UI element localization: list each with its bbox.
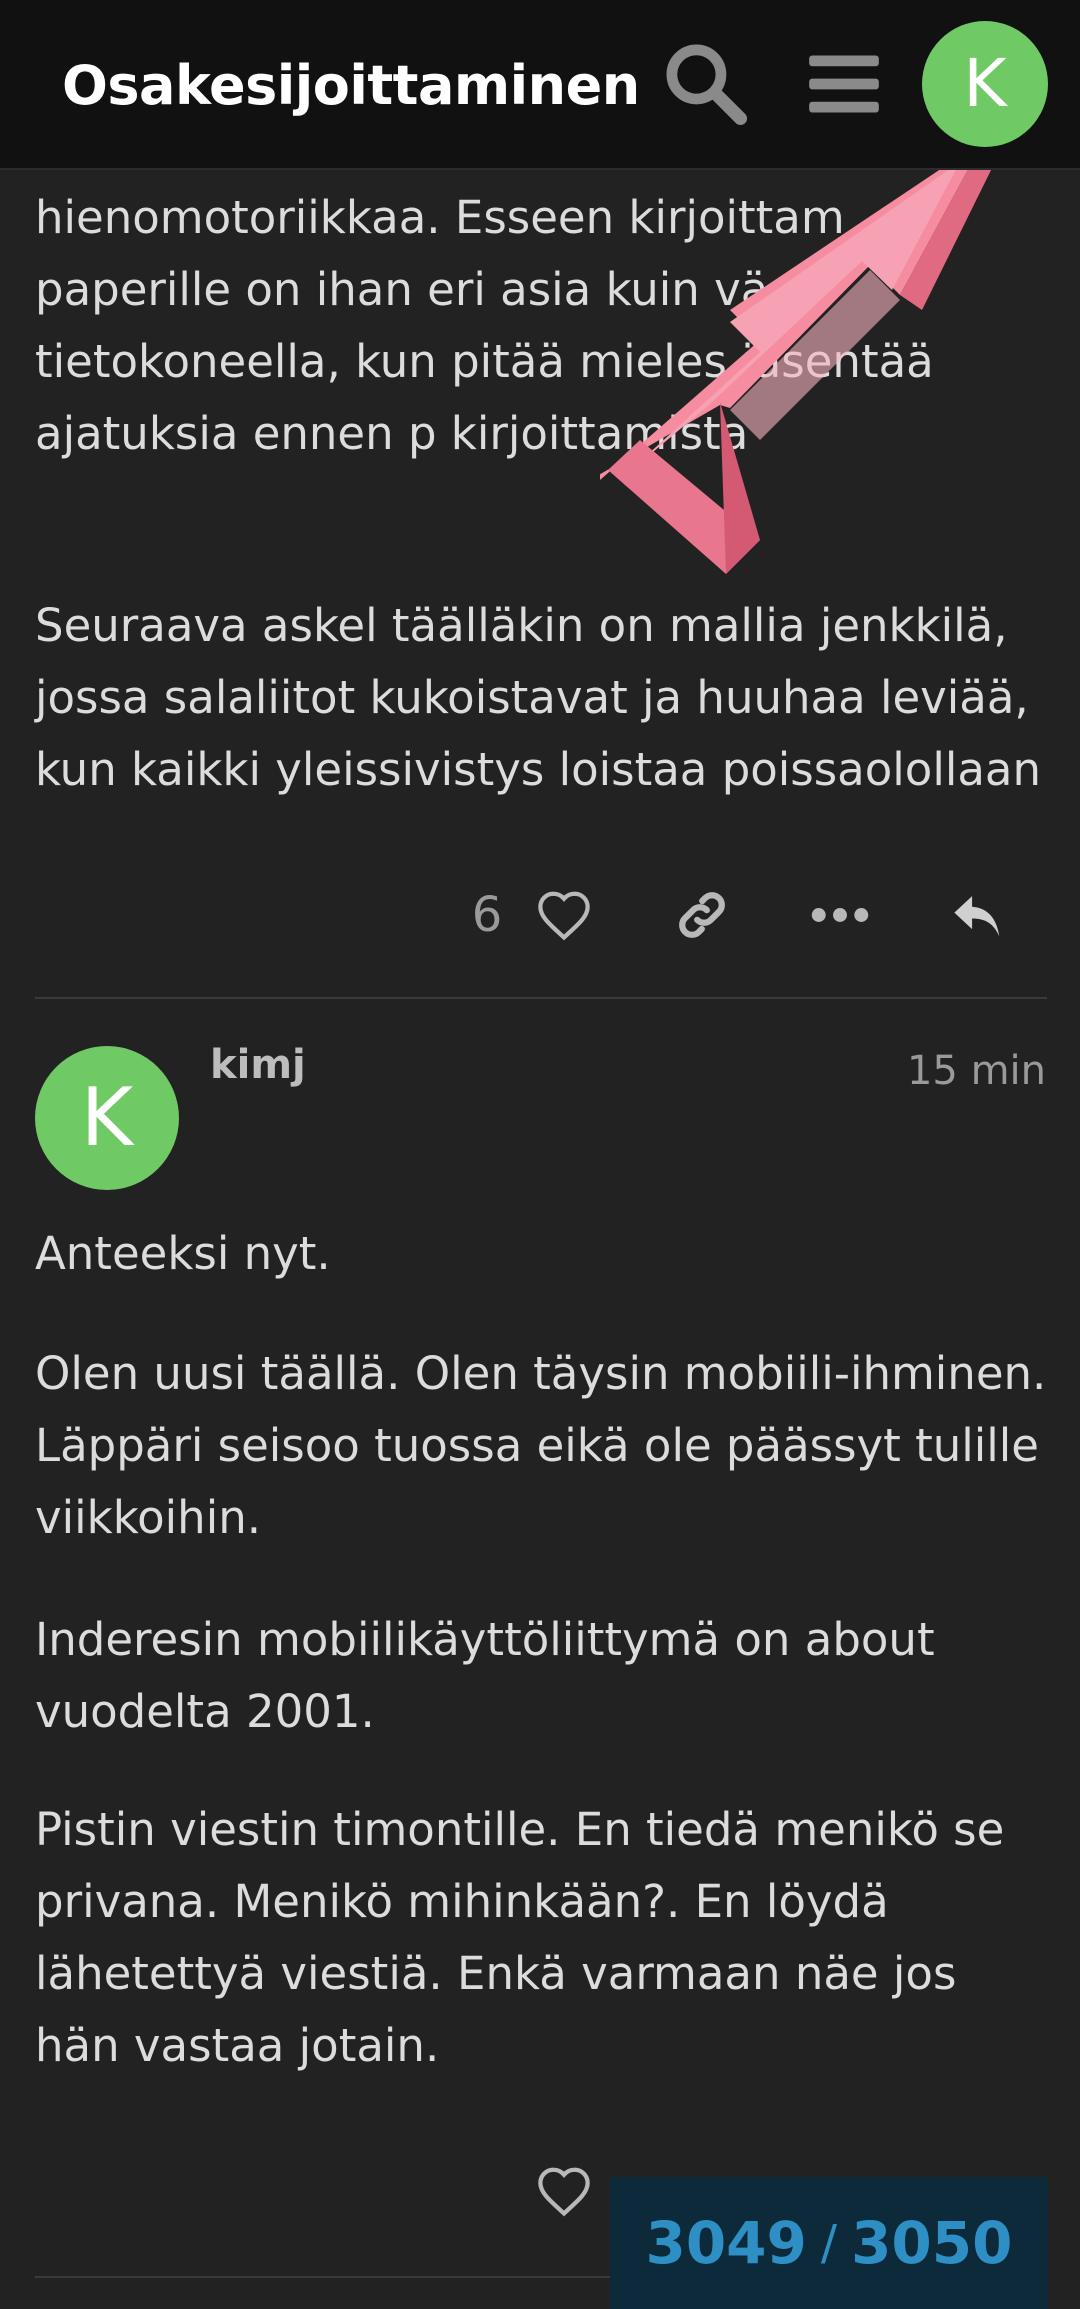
avatar-letter: K xyxy=(80,1071,134,1164)
post-paragraph: Seuraava askel täälläkin on mallia jenkk… xyxy=(35,599,1041,796)
topic-stream: hienomotoriikkaa. Esseen kirjoittam pape… xyxy=(0,0,1080,2309)
timeline-separator: / xyxy=(820,2215,838,2271)
heart-icon xyxy=(538,891,590,941)
avatar-letter: K xyxy=(963,45,1007,122)
site-title[interactable]: Osakesijoittaminen xyxy=(62,54,640,117)
search-icon xyxy=(666,44,748,126)
timeline-position[interactable]: 3049 / 3050 xyxy=(610,2177,1048,2309)
more-actions-button[interactable] xyxy=(798,870,882,960)
hamburger-menu-icon xyxy=(809,55,879,113)
post-author-avatar[interactable]: K xyxy=(35,1046,179,1190)
timeline-current: 3049 xyxy=(645,2209,807,2277)
reply-icon xyxy=(954,896,1000,937)
more-icon xyxy=(811,908,869,922)
post-username[interactable]: kimj xyxy=(210,1042,306,1088)
heart-icon xyxy=(538,2167,590,2217)
post-divider xyxy=(35,997,1047,999)
reply-button[interactable] xyxy=(936,870,1020,960)
link-icon xyxy=(679,892,725,938)
search-button[interactable] xyxy=(646,24,766,144)
post-paragraph: hienomotoriikkaa. Esseen kirjoittam pape… xyxy=(35,191,934,460)
post-paragraph: Pistin viestin timontille. En tiedä meni… xyxy=(35,1803,1005,2072)
post-paragraph: Olen uusi täällä. Olen täysin mobiili-ih… xyxy=(35,1347,1047,1544)
post-paragraph: Inderesin mobiilikäyttöliittymä on about… xyxy=(35,1613,935,1738)
like-button[interactable] xyxy=(522,870,606,960)
timeline-total: 3050 xyxy=(851,2209,1013,2277)
hamburger-menu-button[interactable] xyxy=(784,24,904,144)
like-count-label: 6 xyxy=(471,887,503,943)
share-link-button[interactable] xyxy=(660,870,744,960)
site-header: Osakesijoittaminen K xyxy=(0,0,1080,170)
like-count[interactable]: 6 xyxy=(462,870,512,960)
user-avatar-button[interactable]: K xyxy=(922,21,1048,147)
post-date[interactable]: 15 min xyxy=(907,1048,1046,1094)
like-button[interactable] xyxy=(522,2146,606,2236)
post-paragraph: Anteeksi nyt. xyxy=(35,1227,331,1280)
